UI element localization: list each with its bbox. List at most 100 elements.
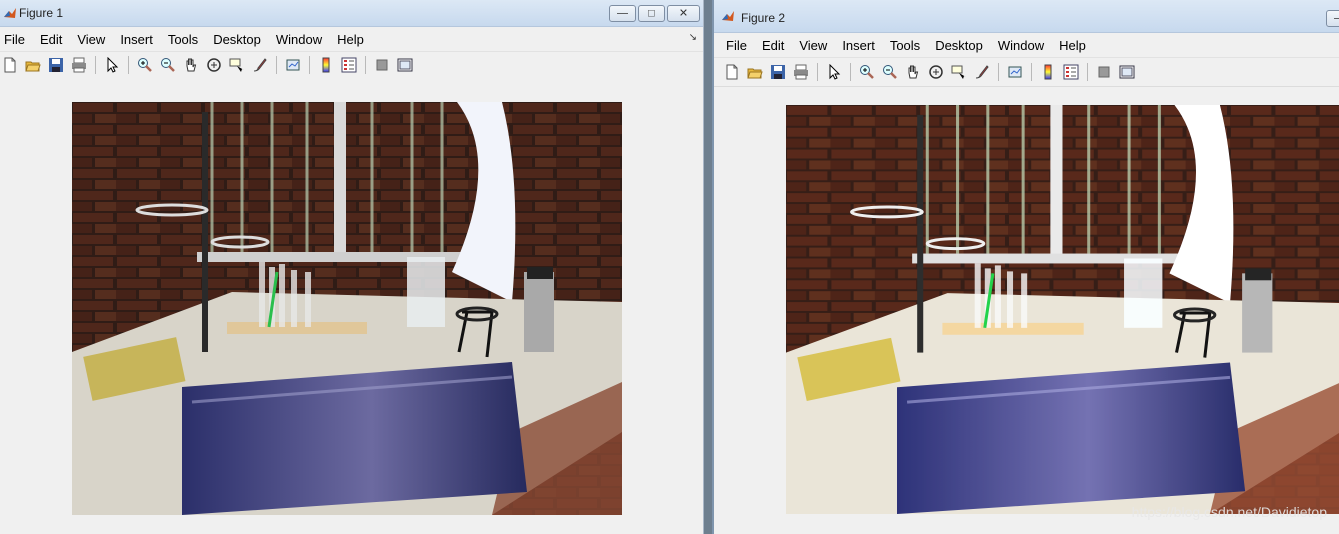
- open-icon: [746, 68, 763, 79]
- show-plot-tools-icon: [1119, 65, 1134, 79]
- zoom-in-button[interactable]: [857, 63, 876, 82]
- close-icon: ✕: [678, 7, 689, 19]
- pointer-button[interactable]: [102, 56, 121, 75]
- pointer-icon: [107, 57, 118, 73]
- pan-hand-button[interactable]: [903, 63, 922, 82]
- print-button[interactable]: [791, 63, 810, 82]
- close-button[interactable]: ✕: [667, 5, 700, 22]
- watermark-text: https://blog.csdn.net/Davidietop: [1131, 504, 1327, 520]
- rotate-3d-icon: [928, 65, 943, 79]
- colorbar-button[interactable]: [316, 56, 335, 75]
- colorbar-icon: [322, 57, 329, 73]
- brush-button[interactable]: [250, 56, 269, 75]
- menu-desktop[interactable]: Desktop: [213, 32, 261, 47]
- new-figure-icon: [726, 64, 737, 80]
- menu-tools[interactable]: Tools: [890, 38, 920, 53]
- pointer-button[interactable]: [824, 63, 843, 82]
- brush-button[interactable]: [972, 63, 991, 82]
- print-button[interactable]: [69, 56, 88, 75]
- matlab-logo-icon: [4, 8, 16, 18]
- zoom-out-button[interactable]: [158, 56, 177, 75]
- figure1-image[interactable]: [72, 102, 622, 515]
- hide-plot-tools-icon: [376, 59, 387, 71]
- menu-window[interactable]: Window: [998, 38, 1044, 53]
- menu-edit[interactable]: Edit: [40, 32, 62, 47]
- open-icon: [24, 61, 41, 72]
- figure1-window: Figure 1 — □ ✕ File Edit View Insert Too…: [0, 0, 704, 534]
- rotate-3d-icon: [206, 58, 221, 72]
- minimize-button[interactable]: —: [609, 5, 636, 22]
- figure1-toolbar: [0, 52, 703, 79]
- zoom-out-icon: [160, 58, 175, 72]
- maximize-button[interactable]: □: [638, 5, 665, 22]
- zoom-out-icon: [882, 65, 897, 79]
- print-icon: [71, 57, 86, 73]
- menu-view[interactable]: View: [77, 32, 105, 47]
- legend-button[interactable]: [1061, 63, 1080, 82]
- toolbar-separator: [998, 63, 999, 81]
- menu-file[interactable]: File: [4, 32, 25, 47]
- figure2-titlebar[interactable]: Figure 2 —: [714, 0, 1339, 33]
- dock-figure-icon[interactable]: ↘: [689, 32, 697, 43]
- minimize-icon: —: [617, 7, 628, 19]
- figure1-titlebar[interactable]: Figure 1 — □ ✕: [0, 0, 703, 27]
- legend-icon: [341, 57, 356, 73]
- colorbar-icon: [1044, 64, 1051, 80]
- brush-icon: [975, 65, 989, 79]
- zoom-in-button[interactable]: [135, 56, 154, 75]
- menu-help[interactable]: Help: [1059, 38, 1086, 53]
- maximize-icon: □: [648, 7, 655, 19]
- show-plot-tools-button[interactable]: [1117, 63, 1136, 82]
- figure1-title: Figure 1: [19, 6, 64, 20]
- rotate-3d-button[interactable]: [204, 56, 223, 75]
- menu-help[interactable]: Help: [337, 32, 364, 47]
- figure2-menubar: File Edit View Insert Tools Desktop Wind…: [714, 33, 1339, 58]
- new-figure-button[interactable]: [0, 56, 19, 75]
- open-button[interactable]: [745, 63, 764, 82]
- brush-icon: [253, 58, 267, 72]
- menu-file[interactable]: File: [726, 38, 747, 53]
- toolbar-separator: [1031, 63, 1032, 81]
- figure2-title: Figure 2: [741, 11, 786, 25]
- rotate-3d-button[interactable]: [926, 63, 945, 82]
- data-cursor-button[interactable]: [227, 56, 246, 75]
- show-plot-tools-button[interactable]: [395, 56, 414, 75]
- data-cursor-button[interactable]: [949, 63, 968, 82]
- save-icon: [770, 65, 785, 79]
- zoom-in-icon: [859, 65, 874, 79]
- save-button[interactable]: [46, 56, 65, 75]
- legend-button[interactable]: [339, 56, 358, 75]
- menu-desktop[interactable]: Desktop: [935, 38, 983, 53]
- data-cursor-icon: [951, 65, 966, 79]
- hide-plot-tools-icon: [1098, 66, 1109, 78]
- minimize-icon: —: [1334, 13, 1339, 24]
- toolbar-separator: [817, 63, 818, 81]
- zoom-in-icon: [137, 58, 152, 72]
- figure2-image[interactable]: [786, 105, 1339, 514]
- hide-plot-tools-button[interactable]: [1094, 63, 1113, 82]
- menu-tools[interactable]: Tools: [168, 32, 198, 47]
- print-icon: [793, 64, 808, 80]
- toolbar-separator: [850, 63, 851, 81]
- menu-edit[interactable]: Edit: [762, 38, 784, 53]
- new-figure-icon: [4, 57, 15, 73]
- menu-insert[interactable]: Insert: [120, 32, 153, 47]
- toolbar-separator: [365, 56, 366, 74]
- link-plot-icon: [286, 59, 299, 71]
- menu-view[interactable]: View: [799, 38, 827, 53]
- pan-hand-icon: [908, 65, 918, 79]
- toolbar-separator: [95, 56, 96, 74]
- pan-hand-button[interactable]: [181, 56, 200, 75]
- toolbar-separator: [1087, 63, 1088, 81]
- colorbar-button[interactable]: [1038, 63, 1057, 82]
- minimize-button[interactable]: —: [1326, 10, 1339, 27]
- hide-plot-tools-button[interactable]: [372, 56, 391, 75]
- menu-insert[interactable]: Insert: [842, 38, 875, 53]
- open-button[interactable]: [23, 56, 42, 75]
- menu-window[interactable]: Window: [276, 32, 322, 47]
- link-plot-button[interactable]: [1005, 63, 1024, 82]
- save-button[interactable]: [768, 63, 787, 82]
- new-figure-button[interactable]: [722, 63, 741, 82]
- zoom-out-button[interactable]: [880, 63, 899, 82]
- link-plot-button[interactable]: [283, 56, 302, 75]
